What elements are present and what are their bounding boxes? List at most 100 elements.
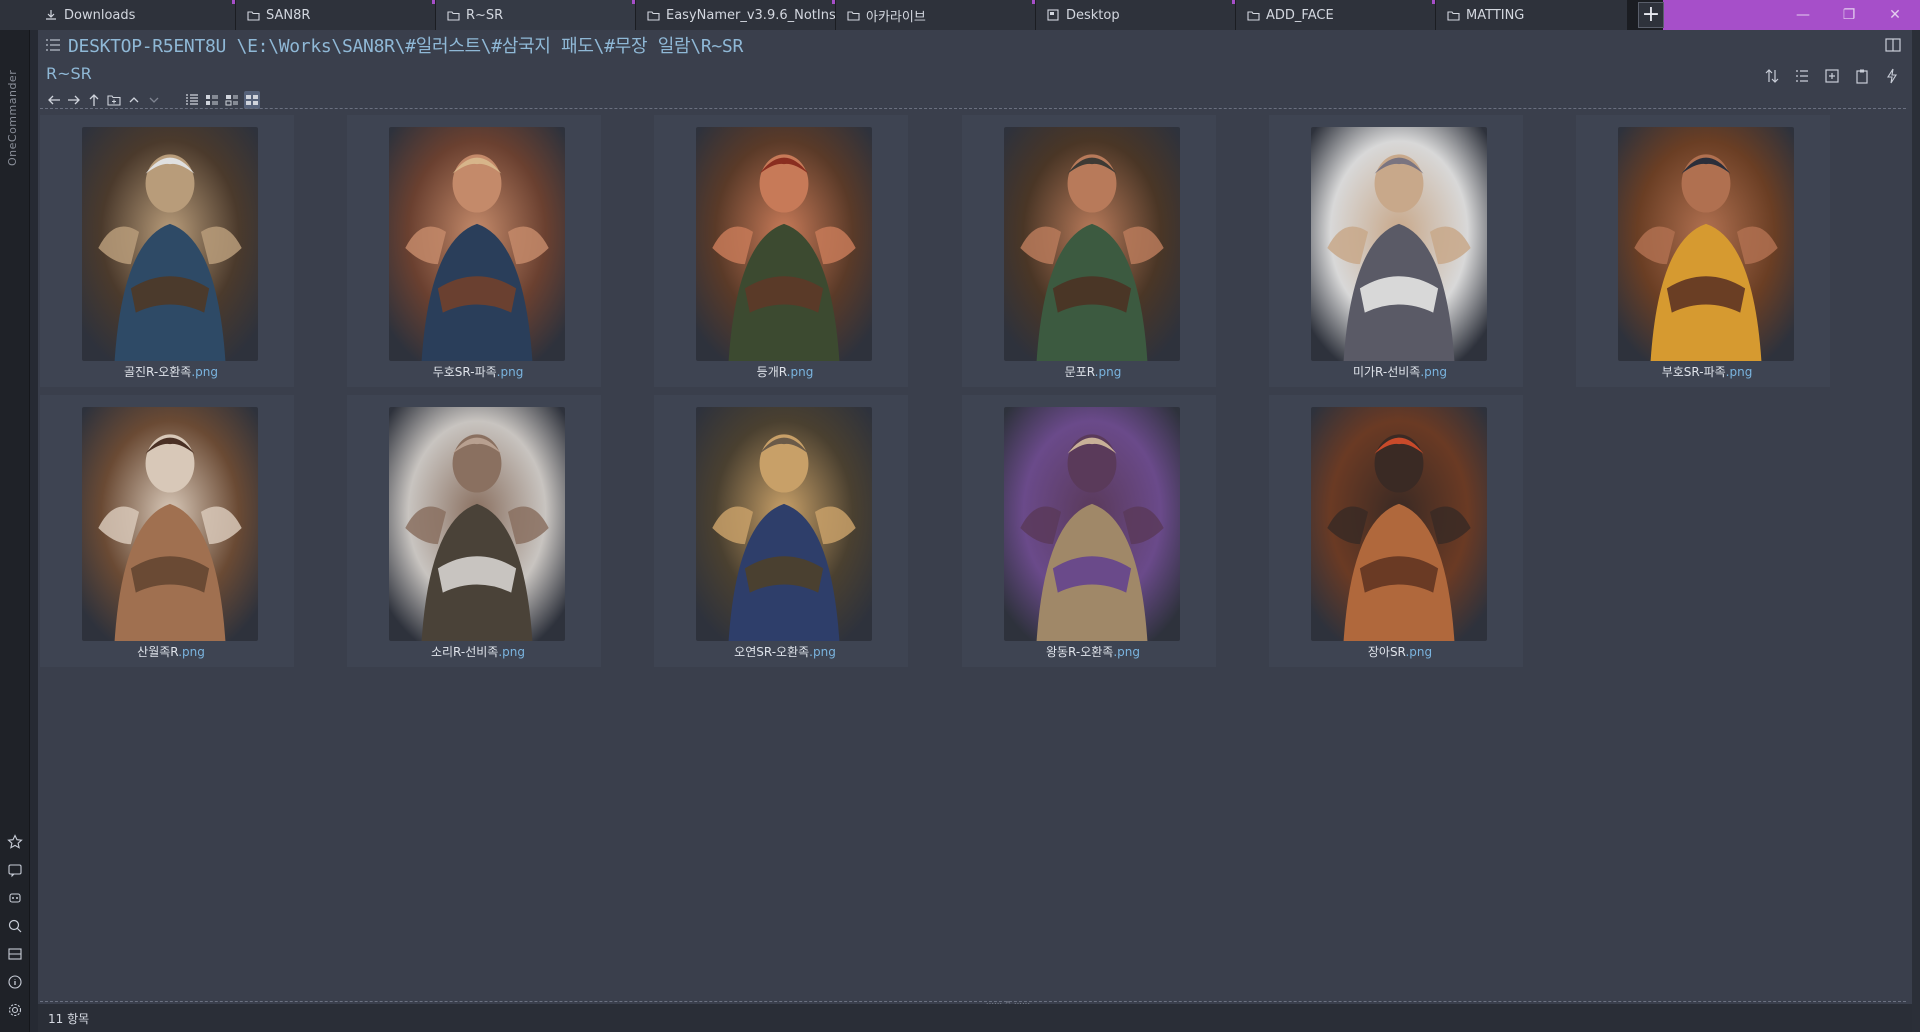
restore-button[interactable]: ❐ — [1826, 0, 1872, 30]
file-item[interactable]: 미가R-선비족.png — [1269, 115, 1523, 387]
tab-label: EasyNamer_v3.9.6_NotIns… — [666, 7, 836, 23]
file-item[interactable]: 두호SR-파족.png — [347, 115, 601, 387]
actions-button[interactable] — [1882, 66, 1902, 86]
split-view-button[interactable] — [1884, 36, 1902, 54]
clipboard-button[interactable] — [1852, 66, 1872, 86]
path-menu-button[interactable] — [38, 30, 68, 60]
file-extension: .png — [178, 645, 205, 659]
chat-button[interactable] — [5, 860, 25, 880]
forward-arrow-icon — [68, 95, 80, 105]
list-view-button[interactable] — [184, 91, 200, 109]
path-breadcrumb[interactable]: DESKTOP-R5ENT8U \E:\Works\SAN8R\#일러스트\#삼… — [68, 32, 743, 58]
collapse-button[interactable] — [126, 91, 142, 109]
file-name: 소리R-선비족.png — [351, 643, 605, 660]
path-bar[interactable]: DESKTOP-R5ENT8U \E:\Works\SAN8R\#일러스트\#삼… — [38, 30, 1912, 60]
folder-icon — [1246, 8, 1260, 22]
settings-button[interactable] — [5, 1000, 25, 1020]
close-button[interactable]: ✕ — [1872, 0, 1918, 30]
file-item[interactable]: 등개R.png — [654, 115, 908, 387]
up-button[interactable] — [86, 91, 102, 109]
file-thumbnail[interactable] — [696, 127, 872, 361]
file-grid[interactable]: 골진R-오환족.png 두호SR-파족.png 등개R.png 문포R.png 미가R-… — [40, 108, 1906, 1002]
file-thumbnail[interactable] — [1311, 127, 1487, 361]
file-name-base: 두호SR-파족 — [432, 365, 497, 379]
tab-label: R~SR — [466, 7, 504, 23]
tab-downloads[interactable]: Downloads — [0, 0, 236, 30]
robot-icon — [9, 893, 21, 903]
file-name: 왕동R-오환족.png — [966, 643, 1220, 660]
tab-matting[interactable]: MATTING — [1436, 0, 1628, 30]
close-icon: ✕ — [1889, 7, 1901, 23]
file-extension: .png — [786, 365, 814, 379]
file-thumbnail[interactable] — [1311, 407, 1487, 641]
tab-add-face[interactable]: ADD_FACE — [1236, 0, 1436, 30]
file-thumbnail[interactable] — [82, 407, 258, 641]
columns-icon — [1885, 38, 1901, 52]
file-item[interactable]: 오연SR-오환족.png — [654, 395, 908, 667]
file-extension: .png — [1094, 365, 1122, 379]
file-item[interactable]: 장아SR.png — [1269, 395, 1523, 667]
new-tab-button[interactable]: + — [1638, 2, 1664, 28]
panels-button[interactable] — [5, 944, 25, 964]
chevron-up-icon — [129, 97, 139, 103]
thumbnails-view-button[interactable] — [244, 91, 260, 109]
right-edge-panel — [1912, 30, 1920, 1032]
folder-icon — [846, 8, 860, 22]
tab-easynamer[interactable]: EasyNamer_v3.9.6_NotIns… — [636, 0, 836, 30]
app-name: OneCommander — [6, 70, 19, 167]
back-button[interactable] — [46, 91, 62, 109]
file-item[interactable]: 골진R-오환족.png — [40, 115, 294, 387]
item-count: 11 항목 — [48, 1011, 90, 1026]
search-icon — [8, 919, 22, 933]
tab-desktop[interactable]: Desktop — [1036, 0, 1236, 30]
new-folder-icon — [107, 95, 121, 106]
back-arrow-icon — [48, 95, 60, 105]
panel-toolbar — [1762, 66, 1902, 86]
file-name: 부호SR-파족.png — [1580, 363, 1834, 380]
new-folder-button[interactable] — [106, 91, 122, 109]
file-item[interactable]: 왕동R-오환족.png — [962, 395, 1216, 667]
minimize-button[interactable]: — — [1780, 0, 1826, 30]
tab-arcalive[interactable]: 아카라이브 — [836, 0, 1036, 30]
file-extension: .png — [1405, 645, 1433, 659]
status-bar: 11 항목 — [38, 1004, 1912, 1032]
file-item[interactable]: 문포R.png — [962, 115, 1216, 387]
new-item-button[interactable] — [1822, 66, 1842, 86]
file-thumbnail[interactable] — [389, 127, 565, 361]
file-item[interactable]: 부호SR-파족.png — [1576, 115, 1830, 387]
details-view-button[interactable] — [204, 91, 220, 109]
file-thumbnail[interactable] — [1004, 127, 1180, 361]
list-view-icon — [186, 94, 198, 105]
expand-button[interactable] — [146, 91, 162, 109]
file-item[interactable]: 소리R-선비족.png — [347, 395, 601, 667]
assistant-button[interactable] — [5, 888, 25, 908]
thumbnails-view-icon — [246, 95, 258, 105]
file-extension: .png — [498, 645, 526, 659]
tiles-view-button[interactable] — [224, 91, 240, 109]
folder-title: R~SR — [46, 64, 92, 83]
panel-icon — [8, 948, 22, 960]
folder-icon — [246, 8, 260, 22]
file-thumbnail[interactable] — [389, 407, 565, 641]
file-thumbnail[interactable] — [1618, 127, 1794, 361]
file-extension: .png — [1113, 645, 1141, 659]
file-item[interactable]: 산월족R.png — [40, 395, 294, 667]
file-thumbnail[interactable] — [1004, 407, 1180, 641]
gear-icon — [8, 1003, 22, 1017]
tab-san8r[interactable]: SAN8R — [236, 0, 436, 30]
file-name-base: 장아SR — [1367, 645, 1406, 659]
left-sidebar: OneCommander — [0, 30, 30, 1032]
info-button[interactable] — [5, 972, 25, 992]
search-button[interactable] — [5, 916, 25, 936]
favorites-button[interactable] — [5, 832, 25, 852]
file-thumbnail[interactable] — [82, 127, 258, 361]
forward-button[interactable] — [66, 91, 82, 109]
desktop-icon — [1046, 8, 1060, 22]
file-name: 오연SR-오환족.png — [658, 643, 912, 660]
file-thumbnail[interactable] — [696, 407, 872, 641]
folder-icon — [646, 8, 660, 22]
tab-r-sr[interactable]: R~SR — [436, 0, 636, 30]
file-name-base: 부호SR-파족 — [1661, 365, 1726, 379]
columns-button[interactable] — [1792, 66, 1812, 86]
sort-button[interactable] — [1762, 66, 1782, 86]
